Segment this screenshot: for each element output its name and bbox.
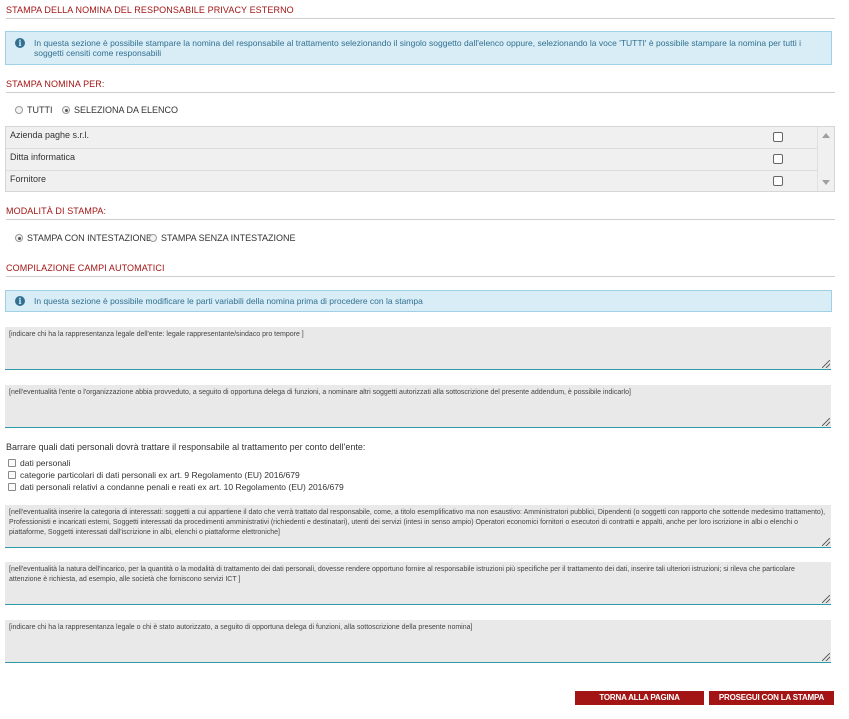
list-item-name: Ditta informatica	[10, 152, 76, 162]
page-title: STAMPA DELLA NOMINA DEL RESPONSABILE PRI…	[6, 5, 835, 19]
field-text: [nell'eventualità la natura dell'incaric…	[9, 566, 795, 583]
info-text-compilazione: In questa sezione è possibile modificare…	[34, 296, 423, 306]
list-item[interactable]: Fornitore	[6, 171, 819, 193]
radio-label-con-intestazione: STAMPA CON INTESTAZIONE	[27, 233, 153, 243]
list-item-checkbox[interactable]	[773, 132, 783, 142]
back-button[interactable]: TORNA ALLA PAGINA PRECEDENTE	[575, 691, 704, 716]
radio-label-tutti: TUTTI	[27, 105, 53, 115]
list-item[interactable]: Ditta informatica	[6, 149, 819, 171]
info-box-compilazione: i In questa sezione è possibile modifica…	[5, 290, 832, 312]
field-text: [nell'eventualità l'ente o l'organizzazi…	[9, 389, 631, 396]
radio-circle[interactable]	[15, 234, 23, 242]
list-item-name: Azienda paghe s.r.l.	[10, 130, 90, 140]
scroll-up-arrow-icon[interactable]	[822, 133, 830, 138]
list-item[interactable]: Azienda paghe s.r.l.	[6, 127, 819, 149]
checkbox-box[interactable]	[8, 471, 16, 479]
info-icon: i	[15, 296, 25, 306]
radio-circle[interactable]	[15, 106, 23, 114]
field-rappresentanza-legale[interactable]: [indicare chi ha la rappresentanza legal…	[5, 327, 831, 370]
scroll-down-arrow-icon[interactable]	[822, 180, 830, 185]
section-title-compilazione: COMPILAZIONE CAMPI AUTOMATICI	[6, 263, 835, 277]
info-icon: i	[15, 38, 25, 48]
radio-label-senza-intestazione: STAMPA SENZA INTESTAZIONE	[161, 233, 296, 243]
checkbox-label: categorie particolari di dati personali …	[20, 470, 300, 480]
radio-seleziona-da-elenco[interactable]: SELEZIONA DA ELENCO	[62, 105, 178, 115]
resize-grip-icon[interactable]	[822, 538, 830, 546]
checkbox-categorie-particolari[interactable]: categorie particolari di dati personali …	[8, 470, 300, 480]
checkbox-dati-personali[interactable]: dati personali	[8, 458, 71, 468]
resize-grip-icon[interactable]	[822, 595, 830, 603]
field-text: [indicare chi ha la rappresentanza legal…	[9, 331, 304, 338]
field-sottoscrizione[interactable]: [indicare chi ha la rappresentanza legal…	[5, 620, 831, 663]
radio-circle[interactable]	[62, 106, 70, 114]
field-text: [nell'eventualità inserire la categoria …	[9, 509, 826, 536]
dati-personali-question: Barrare quali dati personali dovrà tratt…	[6, 442, 366, 452]
info-text-top: In questa sezione è possibile stampare l…	[34, 38, 802, 58]
checkbox-box[interactable]	[8, 483, 16, 491]
radio-label-seleziona: SELEZIONA DA ELENCO	[74, 105, 179, 115]
radio-senza-intestazione[interactable]: STAMPA SENZA INTESTAZIONE	[149, 233, 296, 243]
print-word-button[interactable]: PROSEGUI CON LA STAMPA WORD	[709, 691, 834, 716]
radio-tutti[interactable]: TUTTI	[15, 105, 53, 115]
list-item-name: Fornitore	[10, 174, 47, 184]
checkbox-label: dati personali	[20, 458, 71, 468]
resize-grip-icon[interactable]	[822, 653, 830, 661]
section-title-modalita: MODALITÀ DI STAMPA:	[6, 206, 835, 220]
list-item-checkbox[interactable]	[773, 154, 783, 164]
field-categoria-interessati[interactable]: [nell'eventualità inserire la categoria …	[5, 505, 831, 548]
list-item-checkbox[interactable]	[773, 176, 783, 186]
list-scrollbar[interactable]	[817, 127, 834, 191]
field-text: [indicare chi ha la rappresentanza legal…	[9, 624, 473, 631]
field-soggetti-autorizzati[interactable]: [nell'eventualità l'ente o l'organizzazi…	[5, 385, 831, 428]
resize-grip-icon[interactable]	[822, 418, 830, 426]
radio-circle[interactable]	[149, 234, 157, 242]
checkbox-label: dati personali relativi a condanne penal…	[20, 482, 344, 492]
field-istruzioni-specifiche[interactable]: [nell'eventualità la natura dell'incaric…	[5, 562, 831, 605]
checkbox-box[interactable]	[8, 459, 16, 467]
checkbox-condanne-penali[interactable]: dati personali relativi a condanne penal…	[8, 482, 344, 492]
soggetti-list: Azienda paghe s.r.l. Ditta informatica F…	[5, 126, 835, 192]
radio-con-intestazione[interactable]: STAMPA CON INTESTAZIONE	[15, 233, 152, 243]
resize-grip-icon[interactable]	[822, 360, 830, 368]
section-title-stampa-nomina: STAMPA NOMINA PER:	[6, 79, 835, 93]
info-box-top: i In questa sezione è possibile stampare…	[5, 31, 832, 65]
